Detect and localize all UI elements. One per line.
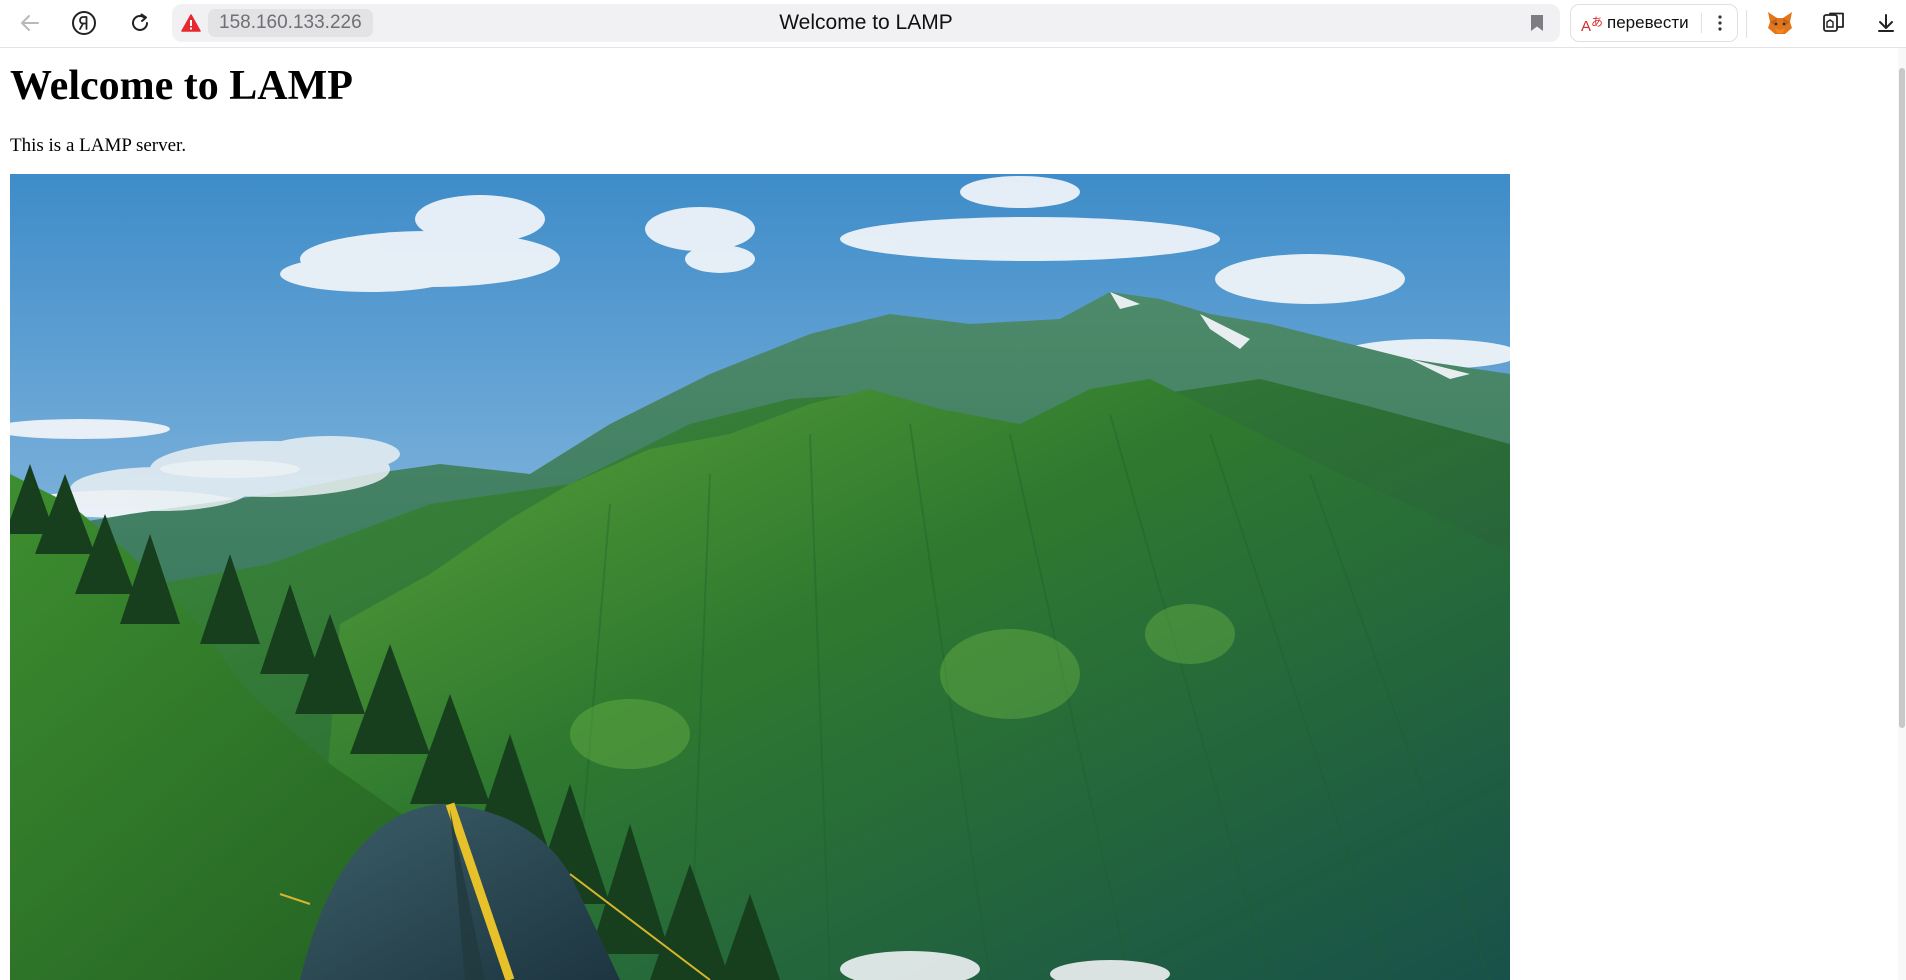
translate-label: перевести <box>1607 13 1689 32</box>
page-scrollbar[interactable] <box>1898 48 1906 980</box>
back-button[interactable] <box>12 6 48 40</box>
reload-icon <box>132 13 148 31</box>
metamask-fox-icon <box>1768 12 1792 34</box>
browser-toolbar: 158.160.133.226 Welcome to LAMP A あ пере… <box>0 0 1906 48</box>
more-vertical-icon <box>1718 15 1722 31</box>
translate-more-button[interactable] <box>1702 5 1738 41</box>
svg-text:A: A <box>1581 18 1591 34</box>
download-icon <box>1878 14 1894 32</box>
toolbar-divider <box>1746 10 1747 38</box>
yandex-home-button[interactable] <box>66 6 102 40</box>
bookmark-icon <box>1531 15 1543 31</box>
back-arrow-icon <box>21 15 39 31</box>
translate-icon: A あ <box>1581 15 1603 34</box>
collections-button[interactable] <box>1816 6 1852 40</box>
svg-text:あ: あ <box>1591 15 1603 29</box>
page-heading: Welcome to LAMP <box>10 63 353 109</box>
tab-title: Welcome to LAMP <box>779 11 953 34</box>
page-content: Welcome to LAMP This is a LAMP server. <box>10 48 1890 158</box>
page-description: This is a LAMP server. <box>10 135 187 156</box>
collections-icon <box>1823 12 1844 32</box>
metamask-extension-button[interactable] <box>1762 6 1798 40</box>
landscape-image <box>10 174 1510 980</box>
bookmark-button[interactable] <box>1526 12 1548 34</box>
translate-button[interactable]: A あ перевести <box>1570 4 1738 42</box>
yandex-logo-icon <box>72 11 96 35</box>
reload-button[interactable] <box>122 6 158 40</box>
downloads-button[interactable] <box>1868 6 1904 40</box>
scrollbar-thumb[interactable] <box>1899 68 1905 728</box>
address-bar[interactable]: 158.160.133.226 Welcome to LAMP <box>172 4 1560 42</box>
